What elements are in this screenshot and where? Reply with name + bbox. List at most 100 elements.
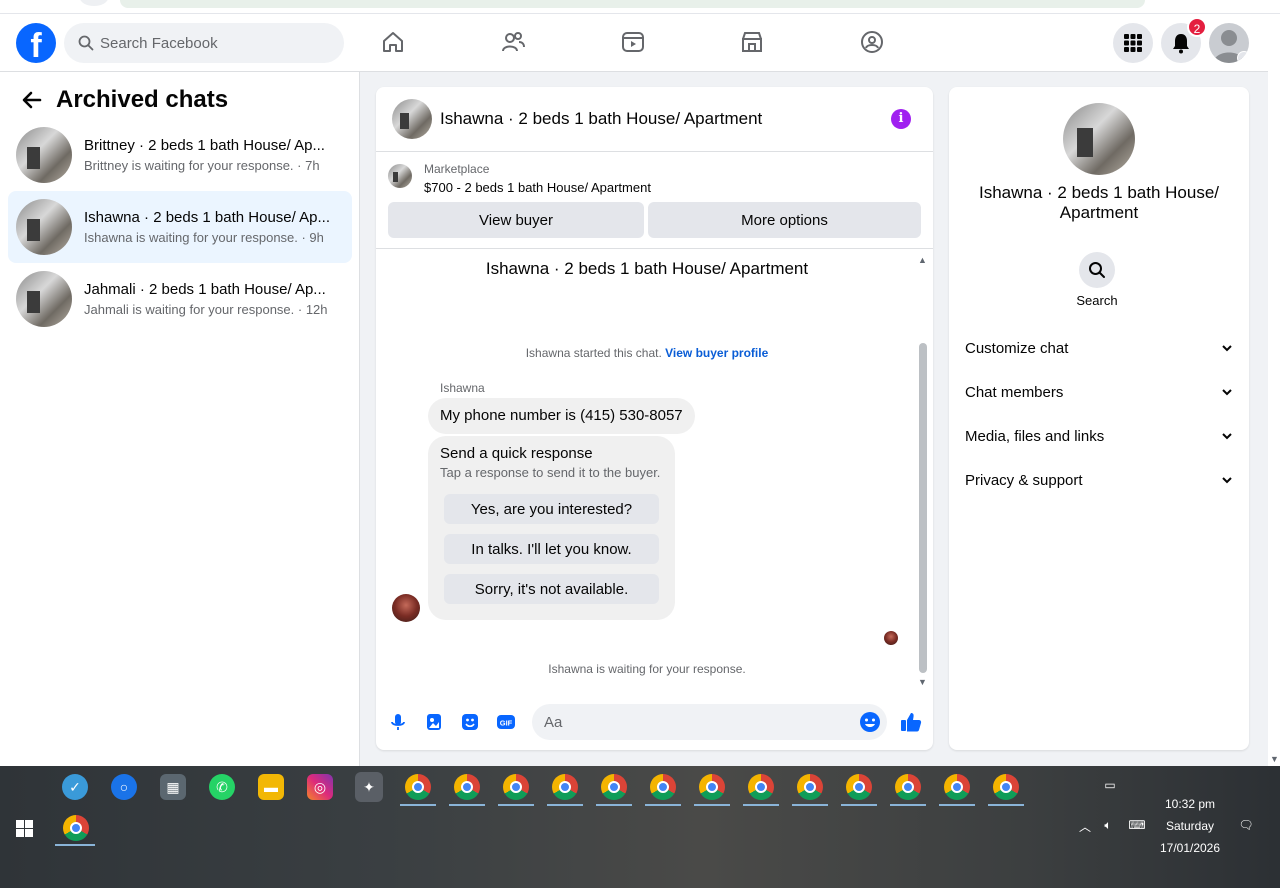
chrome-profile-icon[interactable] <box>748 774 774 800</box>
whatsapp-icon[interactable]: ✆ <box>209 774 235 800</box>
emoji-icon[interactable] <box>859 711 881 733</box>
chrome-pinned-icon[interactable] <box>63 815 89 841</box>
listing-thumbnail-large <box>1063 103 1135 175</box>
chrome-profile-icon[interactable] <box>503 774 529 800</box>
chat-subtitle: Brittney is waiting for your response. ·… <box>84 158 320 173</box>
instagram-icon[interactable]: ◎ <box>307 774 333 800</box>
friends-icon[interactable] <box>500 28 526 56</box>
quick-response-card: Send a quick response Tap a response to … <box>428 436 675 620</box>
gif-icon[interactable]: GIF <box>496 712 516 732</box>
chat-avatar[interactable] <box>392 99 432 139</box>
view-buyer-profile-link[interactable]: View buyer profile <box>665 346 768 360</box>
chrome-profile-icon[interactable] <box>650 774 676 800</box>
accordion-label: Customize chat <box>965 339 1069 357</box>
accordion-privacy-support[interactable]: Privacy & support <box>965 470 1233 490</box>
clock-date[interactable]: 17/01/2026 <box>1150 841 1230 855</box>
accordion-customize-chat[interactable]: Customize chat <box>965 338 1233 358</box>
scroll-down-arrow-icon[interactable]: ▼ <box>918 677 927 687</box>
facebook-logo[interactable]: f <box>16 23 56 63</box>
message-input[interactable] <box>544 713 844 731</box>
home-icon[interactable] <box>380 28 406 56</box>
quick-response-button[interactable]: Yes, are you interested? <box>444 494 659 524</box>
bell-icon <box>1173 34 1189 54</box>
menu-grid-button[interactable] <box>1113 23 1153 63</box>
chat-info-panel: Ishawna · 2 beds 1 bath House/ Apartment… <box>949 87 1249 750</box>
accordion-chat-members[interactable]: Chat members <box>965 382 1233 402</box>
sender-name: Ishawna <box>440 381 485 395</box>
notifications-button[interactable]: 2 <box>1161 17 1207 63</box>
chrome-profile-icon[interactable] <box>552 774 578 800</box>
svg-text:GIF: GIF <box>500 719 513 728</box>
chat-title: Jahmali · 2 beds 1 bath House/ Ap... <box>84 281 326 298</box>
notification-center-icon[interactable]: 🗨︎ <box>1236 818 1256 832</box>
chevron-down-icon <box>1222 389 1232 396</box>
clock-time[interactable]: 10:32 pm <box>1150 797 1230 811</box>
thumbs-up-icon[interactable] <box>900 711 922 733</box>
top-navigation: f 2 ⌄ <box>0 14 1268 72</box>
running-indicator <box>939 804 975 806</box>
file-explorer-icon[interactable]: ▬ <box>258 774 284 800</box>
marketplace-bar: Marketplace $700 - 2 beds 1 bath House/ … <box>376 152 933 249</box>
running-indicator <box>596 804 632 806</box>
windows-start-icon[interactable] <box>16 820 33 837</box>
chat-header-title[interactable]: Ishawna · 2 beds 1 bath House/ Apartment <box>440 109 762 129</box>
accordion-label: Chat members <box>965 383 1064 401</box>
app-icon-chrome-canary[interactable]: ○ <box>111 774 137 800</box>
app-icon-active[interactable]: ✦ <box>355 772 383 802</box>
desktop-icon[interactable]: ▭ <box>1100 778 1120 792</box>
chrome-profile-icon[interactable] <box>454 774 480 800</box>
running-indicator <box>645 804 681 806</box>
chat-list-item-active[interactable]: Ishawna · 2 beds 1 bath House/ Ap... Ish… <box>8 191 352 263</box>
chat-started-notice: Ishawna started this chat. View buyer pr… <box>376 346 918 360</box>
chat-scrollbar[interactable]: ▲ ▼ <box>917 255 929 687</box>
profile-avatar[interactable]: ⌄ <box>1209 23 1249 63</box>
quick-response-button[interactable]: Sorry, it's not available. <box>444 574 659 604</box>
chat-list-item[interactable]: Jahmali · 2 beds 1 bath House/ Ap... Jah… <box>8 263 352 335</box>
search-box[interactable] <box>64 23 344 63</box>
volume-icon[interactable]: 🔈︎ <box>1099 818 1117 833</box>
back-arrow-icon[interactable] <box>20 88 44 112</box>
microphone-icon[interactable] <box>388 712 408 732</box>
info-icon[interactable]: i <box>891 109 911 129</box>
notification-badge: 2 <box>1187 17 1207 37</box>
chrome-profile-icon[interactable] <box>944 774 970 800</box>
chrome-profile-icon[interactable] <box>846 774 872 800</box>
groups-icon[interactable] <box>859 28 885 56</box>
app-icon-blue[interactable]: ✓ <box>62 774 88 800</box>
more-options-button[interactable]: More options <box>648 202 921 238</box>
calculator-icon[interactable]: ▦ <box>160 774 186 800</box>
keyboard-icon[interactable]: ⌨︎ <box>1124 818 1150 832</box>
quick-response-button[interactable]: In talks. I'll let you know. <box>444 534 659 564</box>
chrome-profile-icon[interactable] <box>699 774 725 800</box>
listing-thumbnail <box>16 199 72 255</box>
page-scrollbar[interactable]: ▼ <box>1268 14 1280 766</box>
chat-title: Ishawna · 2 beds 1 bath House/ Ap... <box>84 209 330 226</box>
address-bar[interactable] <box>120 0 1145 8</box>
windows-taskbar: ✓ ○ ▦ ✆ ▬ ◎ ✦ ▭ ︿ 🔈︎ ⌨︎ 10:32 pm Saturda… <box>0 766 1280 888</box>
scroll-up-arrow-icon[interactable]: ▲ <box>918 255 927 265</box>
clock-day[interactable]: Saturday <box>1150 819 1230 833</box>
scroll-down-arrow-icon[interactable]: ▼ <box>1270 754 1279 764</box>
marketplace-icon[interactable] <box>739 28 765 56</box>
sticker-icon[interactable] <box>460 712 480 732</box>
conversation-title: Ishawna · 2 beds 1 bath House/ Apartment <box>485 259 809 278</box>
view-buyer-button[interactable]: View buyer <box>388 202 644 238</box>
chrome-profile-icon[interactable] <box>993 774 1019 800</box>
chrome-profile-icon[interactable] <box>405 774 431 800</box>
running-indicator <box>743 804 779 806</box>
accordion-media-files-links[interactable]: Media, files and links <box>965 426 1233 446</box>
message-input-box[interactable] <box>532 704 887 740</box>
chrome-profile-icon[interactable] <box>797 774 823 800</box>
chrome-profile-icon[interactable] <box>895 774 921 800</box>
search-input[interactable] <box>100 34 320 52</box>
chat-list-item[interactable]: Brittney · 2 beds 1 bath House/ Ap... Br… <box>8 119 352 191</box>
chat-panel: Ishawna · 2 beds 1 bath House/ Apartment… <box>376 87 933 750</box>
message-composer: GIF <box>376 690 933 750</box>
chrome-profile-icon[interactable] <box>601 774 627 800</box>
search-in-chat-button[interactable] <box>1079 252 1115 288</box>
browser-button[interactable] <box>80 0 108 6</box>
scrollbar-thumb[interactable] <box>919 343 927 673</box>
photo-icon[interactable] <box>424 712 444 732</box>
video-icon[interactable] <box>620 28 646 56</box>
chevron-up-icon[interactable]: ︿ <box>1076 818 1094 835</box>
